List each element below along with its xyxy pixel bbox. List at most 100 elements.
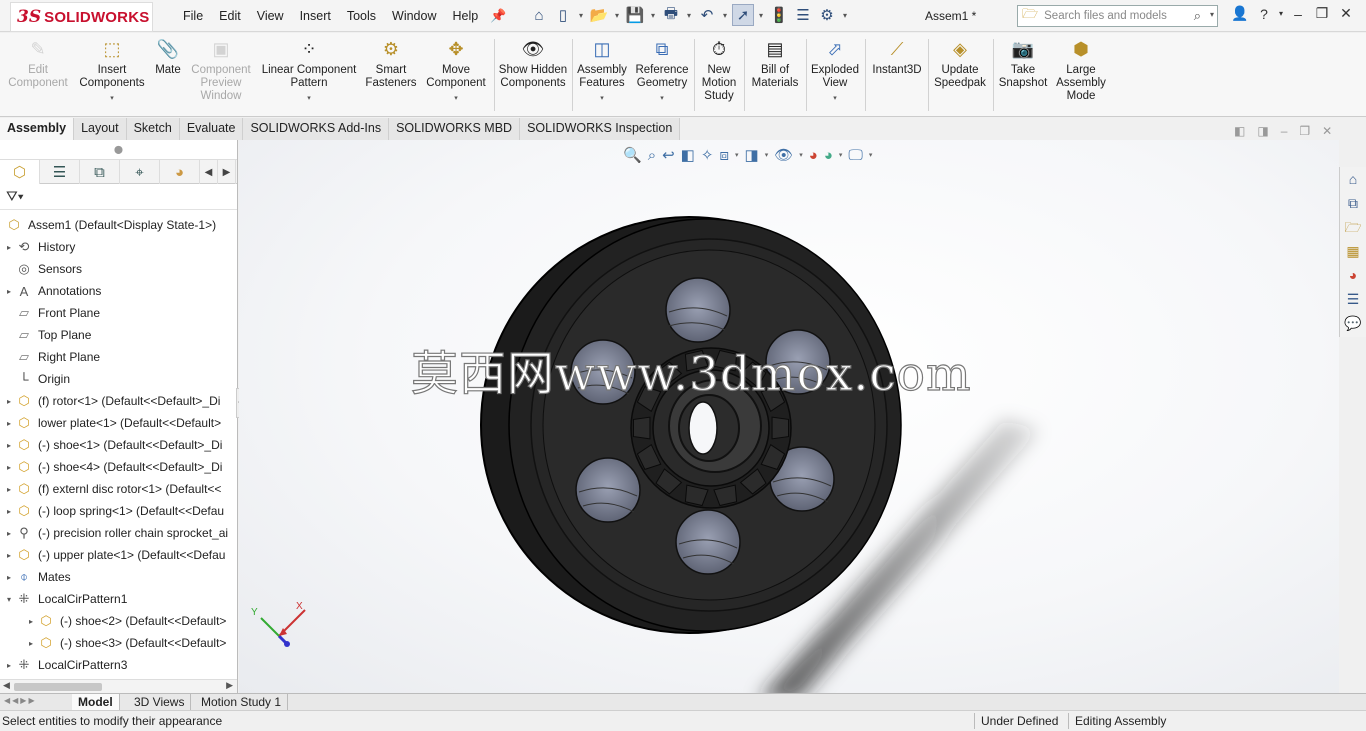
tree-item[interactable]: ▸ ⬡ (-) upper plate<1> (Default<<Defau (0, 544, 237, 566)
tree-item[interactable]: ▱ Front Plane (0, 302, 237, 324)
tab-inspection[interactable]: SOLIDWORKS Inspection (520, 118, 681, 140)
expand-arrow-icon[interactable]: ▸ (4, 507, 14, 516)
tree-item[interactable]: ▾ ⁜ LocalCirPattern1 (0, 588, 237, 610)
mate-button[interactable]: 📎 Mate (151, 37, 185, 77)
print-icon[interactable]: 🖶 (660, 4, 682, 26)
smart-fasteners-button[interactable]: ⚙ Smart Fasteners (363, 37, 419, 90)
tree-item[interactable]: ▸ ⬡ (-) shoe<3> (Default<<Default> (0, 632, 237, 654)
menu-edit[interactable]: Edit (211, 9, 249, 23)
expand-arrow-icon[interactable]: ▸ (4, 419, 14, 428)
tree-filter[interactable]: ⛛▾ (0, 184, 237, 210)
collapse-arrow-icon[interactable]: ▾ (4, 595, 14, 604)
menu-view[interactable]: View (249, 9, 292, 23)
tree-item[interactable]: ▸ ⬡ (-) shoe<2> (Default<<Default> (0, 610, 237, 632)
tree-item[interactable]: ▸ A Annotations (0, 280, 237, 302)
search-input[interactable]: Search files and models (1044, 10, 1167, 22)
new-motion-study-button[interactable]: ⏱ New Motion Study (697, 37, 741, 103)
scroll-right-icon[interactable]: ▶ (226, 680, 233, 691)
take-snapshot-button[interactable]: 📷 Take Snapshot (996, 37, 1050, 90)
large-assembly-mode-button[interactable]: ⬢ Large Assembly Mode (1052, 37, 1110, 103)
bill-of-materials-button[interactable]: ▤ Bill of Materials (747, 37, 803, 90)
edit-component-button[interactable]: ✎ Edit Component (8, 37, 67, 90)
doc-prev-icon[interactable]: ◧ (1234, 124, 1245, 138)
restore-icon[interactable]: ❐ (1310, 5, 1334, 22)
graphics-area[interactable]: 🔍 ⌕ ↩ ◧ ✧ ⧈ ▾ ◨ ▾ 👁 ▾ ◕ ◕ ▾ 🖵 ▾ 莫西网www.3… (239, 140, 1339, 693)
appearances-icon[interactable]: ◕ (1340, 263, 1366, 287)
home-icon[interactable]: ⌂ (528, 4, 550, 26)
component-preview-button[interactable]: ▣ Component Preview Window (189, 37, 253, 103)
select-dropdown-icon[interactable]: ▾ (756, 11, 766, 20)
tab-evaluate[interactable]: Evaluate (179, 118, 244, 140)
tab-sketch[interactable]: Sketch (126, 118, 180, 140)
reference-geometry-dropdown-icon[interactable]: ▾ (660, 92, 664, 105)
search-dropdown-icon[interactable]: ▾ (1210, 10, 1214, 19)
help-dropdown-icon[interactable]: ▾ (1276, 9, 1286, 18)
bottom-tabs-nav-icon[interactable]: ◀◀▶▶ (4, 696, 37, 705)
display-manager-tab-icon[interactable]: ◕ (160, 160, 200, 184)
instant3d-button[interactable]: ⟋ Instant3D (868, 37, 926, 77)
doc-restore-icon[interactable]: ❐ (1299, 124, 1310, 138)
new-icon[interactable]: ▯ (552, 4, 574, 26)
file-properties-icon[interactable]: ☰ (792, 4, 814, 26)
tree-item[interactable]: ▸ ⬡ (-) loop spring<1> (Default<<Defau (0, 500, 237, 522)
assembly-features-button[interactable]: ◫ Assembly Features ▾ (574, 37, 630, 105)
forum-icon[interactable]: 💬 (1340, 311, 1366, 335)
solidworks-logo[interactable]: 3S SOLIDWORKS (10, 2, 153, 32)
expand-arrow-icon[interactable]: ▸ (4, 573, 14, 582)
tree-root[interactable]: ⬡ Assem1 (Default<Display State-1>) (0, 214, 237, 236)
expand-arrow-icon[interactable]: ▸ (4, 661, 14, 670)
tree-item[interactable]: ▱ Top Plane (0, 324, 237, 346)
linear-component-pattern-button[interactable]: ⁘ Linear Component Pattern ▾ (258, 37, 360, 105)
pin-menu-icon[interactable]: 📌 (490, 8, 506, 24)
expand-arrow-icon[interactable]: ▸ (4, 397, 14, 406)
panel-grip[interactable]: ⬤ (0, 140, 237, 160)
update-speedpak-button[interactable]: ◈ Update Speedpak (931, 37, 989, 90)
open-icon[interactable]: 📂 (588, 4, 610, 26)
configuration-manager-tab-icon[interactable]: ⧉ (80, 160, 120, 184)
expand-arrow-icon[interactable]: ▸ (4, 441, 14, 450)
save-icon[interactable]: 💾 (624, 4, 646, 26)
undo-icon[interactable]: ↶ (696, 4, 718, 26)
search-box[interactable]: 🗁 Search files and models ⌕ ▾ (1017, 5, 1218, 27)
help-icon[interactable]: ? (1252, 6, 1276, 22)
tab-motion-study-1[interactable]: Motion Study 1 (195, 694, 289, 711)
save-dropdown-icon[interactable]: ▾ (648, 11, 658, 20)
show-hidden-components-button[interactable]: 👁 Show Hidden Components (497, 37, 569, 90)
options-dropdown-icon[interactable]: ▾ (840, 11, 850, 20)
menu-help[interactable]: Help (445, 9, 487, 23)
select-icon[interactable]: ➚ (732, 4, 754, 26)
move-component-dropdown-icon[interactable]: ▾ (454, 92, 458, 105)
tree-item[interactable]: ▸ ⬡ (-) shoe<4> (Default<<Default>_Di (0, 456, 237, 478)
rebuild-icon[interactable]: 🚦 (768, 4, 790, 26)
print-dropdown-icon[interactable]: ▾ (684, 11, 694, 20)
tree-item[interactable]: ◎ Sensors (0, 258, 237, 280)
tab-addins[interactable]: SOLIDWORKS Add-Ins (243, 118, 390, 140)
expand-arrow-icon[interactable]: ▸ (4, 529, 14, 538)
tab-mbd[interactable]: SOLIDWORKS MBD (389, 118, 521, 140)
linear-pattern-dropdown-icon[interactable]: ▾ (307, 92, 311, 105)
tree-item[interactable]: ▸ ⬡ (-) shoe<1> (Default<<Default>_Di (0, 434, 237, 456)
dimxpert-tab-icon[interactable]: ⌖ (120, 160, 160, 184)
close-icon[interactable]: ✕ (1334, 5, 1358, 22)
tab-assembly[interactable]: Assembly (0, 118, 75, 140)
tree-item[interactable]: ▸ ⚲ (-) precision roller chain sprocket_ai (0, 522, 237, 544)
scrollbar-thumb[interactable] (14, 683, 102, 691)
expand-arrow-icon[interactable]: ▸ (4, 485, 14, 494)
menu-insert[interactable]: Insert (292, 9, 339, 23)
tree-item[interactable]: ▸ ⟲ History (0, 236, 237, 258)
feature-manager-tab-icon[interactable]: ⬡ (0, 160, 40, 184)
expand-arrow-icon[interactable]: ▸ (26, 639, 36, 648)
exploded-view-dropdown-icon[interactable]: ▾ (833, 92, 837, 105)
reference-geometry-button[interactable]: ⧉ Reference Geometry ▾ (631, 37, 693, 105)
expand-arrow-icon[interactable]: ▸ (4, 243, 14, 252)
tree-item[interactable]: ▸ ⬡ lower plate<1> (Default<<Default> (0, 412, 237, 434)
model-render[interactable] (239, 140, 1339, 693)
design-library-icon[interactable]: ⧉ (1340, 191, 1366, 215)
tree-item[interactable]: ▱ Right Plane (0, 346, 237, 368)
tab-layout[interactable]: Layout (74, 118, 127, 140)
exploded-view-button[interactable]: ⬀ Exploded View ▾ (808, 37, 862, 105)
property-manager-tab-icon[interactable]: ☰ (40, 160, 80, 184)
tree-item[interactable]: ▸ ⁜ LocalCirPattern3 (0, 654, 237, 676)
doc-next-icon[interactable]: ◨ (1257, 124, 1268, 138)
expand-arrow-icon[interactable]: ▸ (26, 617, 36, 626)
